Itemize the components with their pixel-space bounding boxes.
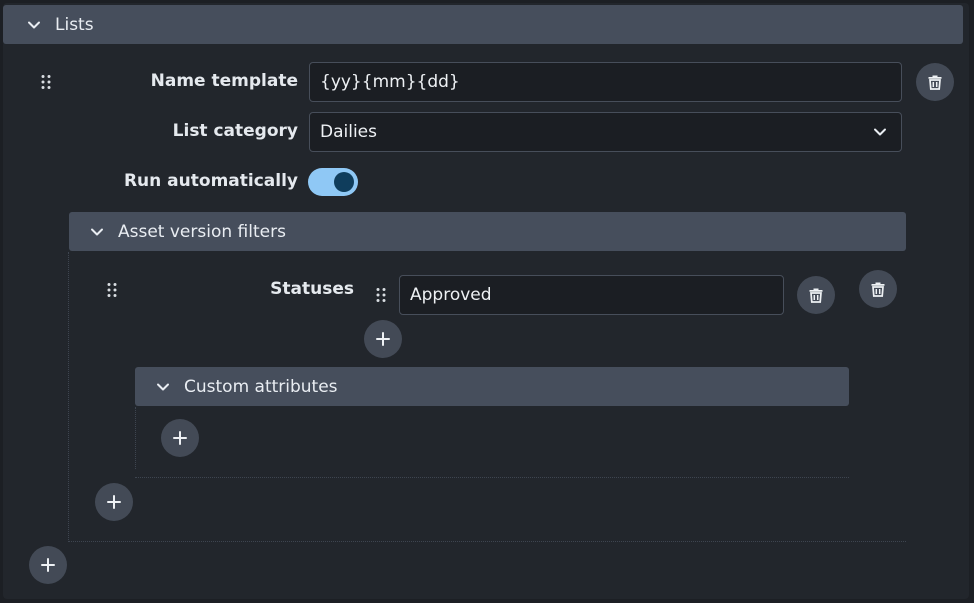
- delete-status-button[interactable]: [797, 276, 835, 314]
- chevron-down-icon: [23, 14, 45, 36]
- add-custom-attribute-button[interactable]: [161, 419, 199, 457]
- statuses-label: Statuses: [270, 279, 354, 299]
- delete-list-button[interactable]: [916, 63, 954, 101]
- list-category-label: List category: [172, 121, 298, 141]
- filters-bottom-line: [68, 541, 906, 542]
- asset-version-filters-title: Asset version filters: [118, 221, 286, 242]
- chevron-down-icon: [86, 221, 108, 243]
- trash-icon: [926, 73, 944, 91]
- run-automatically-toggle[interactable]: [308, 168, 358, 196]
- lists-section-header[interactable]: Lists: [3, 5, 963, 44]
- drag-handle-icon[interactable]: [375, 287, 387, 307]
- plus-icon: [39, 556, 57, 574]
- lists-section-title: Lists: [55, 14, 94, 35]
- trash-icon: [807, 286, 825, 304]
- run-automatically-label: Run automatically: [123, 171, 298, 191]
- add-filter-button[interactable]: [95, 483, 133, 521]
- add-list-button[interactable]: [29, 546, 67, 584]
- list-category-value: Dailies: [320, 122, 377, 142]
- chevron-down-icon: [873, 125, 887, 139]
- trash-icon: [869, 280, 887, 298]
- delete-filter-button[interactable]: [859, 270, 897, 308]
- plus-icon: [105, 493, 123, 511]
- name-template-input[interactable]: {yy}{mm}{dd}: [309, 62, 902, 102]
- name-template-label: Name template: [150, 71, 298, 91]
- drag-handle-icon[interactable]: [40, 74, 52, 94]
- add-status-button[interactable]: [364, 320, 402, 358]
- status-input[interactable]: Approved: [399, 275, 784, 315]
- drag-handle-icon[interactable]: [106, 282, 118, 302]
- toggle-knob: [334, 172, 354, 192]
- plus-icon: [171, 429, 189, 447]
- asset-version-filters-header[interactable]: Asset version filters: [69, 212, 906, 251]
- custom-attrs-guide-line: [135, 407, 136, 469]
- filters-guide-line: [68, 252, 69, 542]
- chevron-down-icon: [152, 376, 174, 398]
- custom-attributes-title: Custom attributes: [184, 376, 338, 397]
- plus-icon: [374, 330, 392, 348]
- list-category-select[interactable]: Dailies: [309, 112, 902, 152]
- custom-attrs-bottom-line: [135, 477, 849, 478]
- custom-attributes-header[interactable]: Custom attributes: [135, 367, 849, 406]
